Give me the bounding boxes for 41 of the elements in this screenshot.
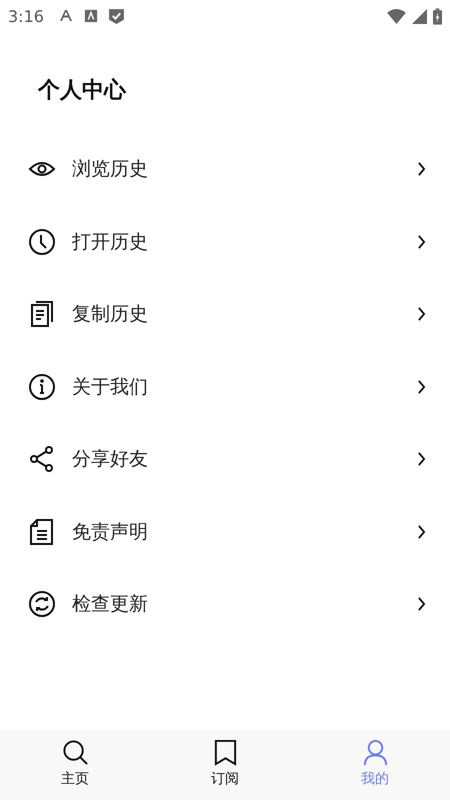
nav-tab[interactable]: 订阅 [150, 730, 300, 800]
chevron-right-icon [417, 380, 426, 394]
chevron-right-icon [417, 162, 426, 176]
refresh-icon [28, 590, 56, 618]
menu-item[interactable]: 免责声明 [0, 496, 450, 568]
chevron-right-icon [417, 234, 426, 249]
document-icon [28, 518, 56, 546]
nav-label: 我的 [361, 770, 389, 788]
menu-label: 复制历史 [72, 302, 149, 328]
menu-item[interactable]: 关于我们 [0, 350, 450, 423]
chevron-right-icon [417, 524, 426, 539]
font-icon [58, 8, 74, 24]
menu-label: 免责声明 [72, 520, 149, 545]
menu-item[interactable]: 检查更新 [0, 568, 450, 640]
wifi-icon [387, 8, 406, 24]
menu-label: 检查更新 [72, 592, 149, 618]
menu-label: 关于我们 [72, 374, 149, 400]
nav-label: 订阅 [211, 770, 239, 788]
menu-item[interactable]: 浏览历史 [0, 133, 450, 206]
menu-item[interactable]: 打开历史 [0, 206, 450, 278]
share-icon [28, 445, 56, 474]
clock-icon [28, 228, 56, 256]
chevron-right-icon [417, 452, 426, 466]
menu-label: 浏览历史 [72, 157, 149, 182]
chevron-right-icon [417, 307, 426, 322]
menu-label: 打开历史 [72, 230, 149, 255]
menu-item[interactable]: 复制历史 [0, 278, 450, 350]
documents-icon [28, 300, 56, 328]
status-time: 3:16 [8, 6, 44, 26]
menu-item[interactable]: 分享好友 [0, 423, 450, 496]
chevron-right-icon [417, 597, 426, 612]
battery-icon [433, 8, 442, 24]
info-icon [28, 372, 56, 401]
page-title: 个人中心 [38, 76, 128, 105]
shield-check-icon [108, 8, 125, 24]
signal-icon [412, 8, 427, 24]
search-icon [62, 739, 88, 766]
menu-label: 分享好友 [72, 447, 149, 472]
person-icon [362, 739, 388, 766]
nav-label: 主页 [61, 770, 89, 788]
nav-tab[interactable]: 主页 [0, 730, 150, 800]
